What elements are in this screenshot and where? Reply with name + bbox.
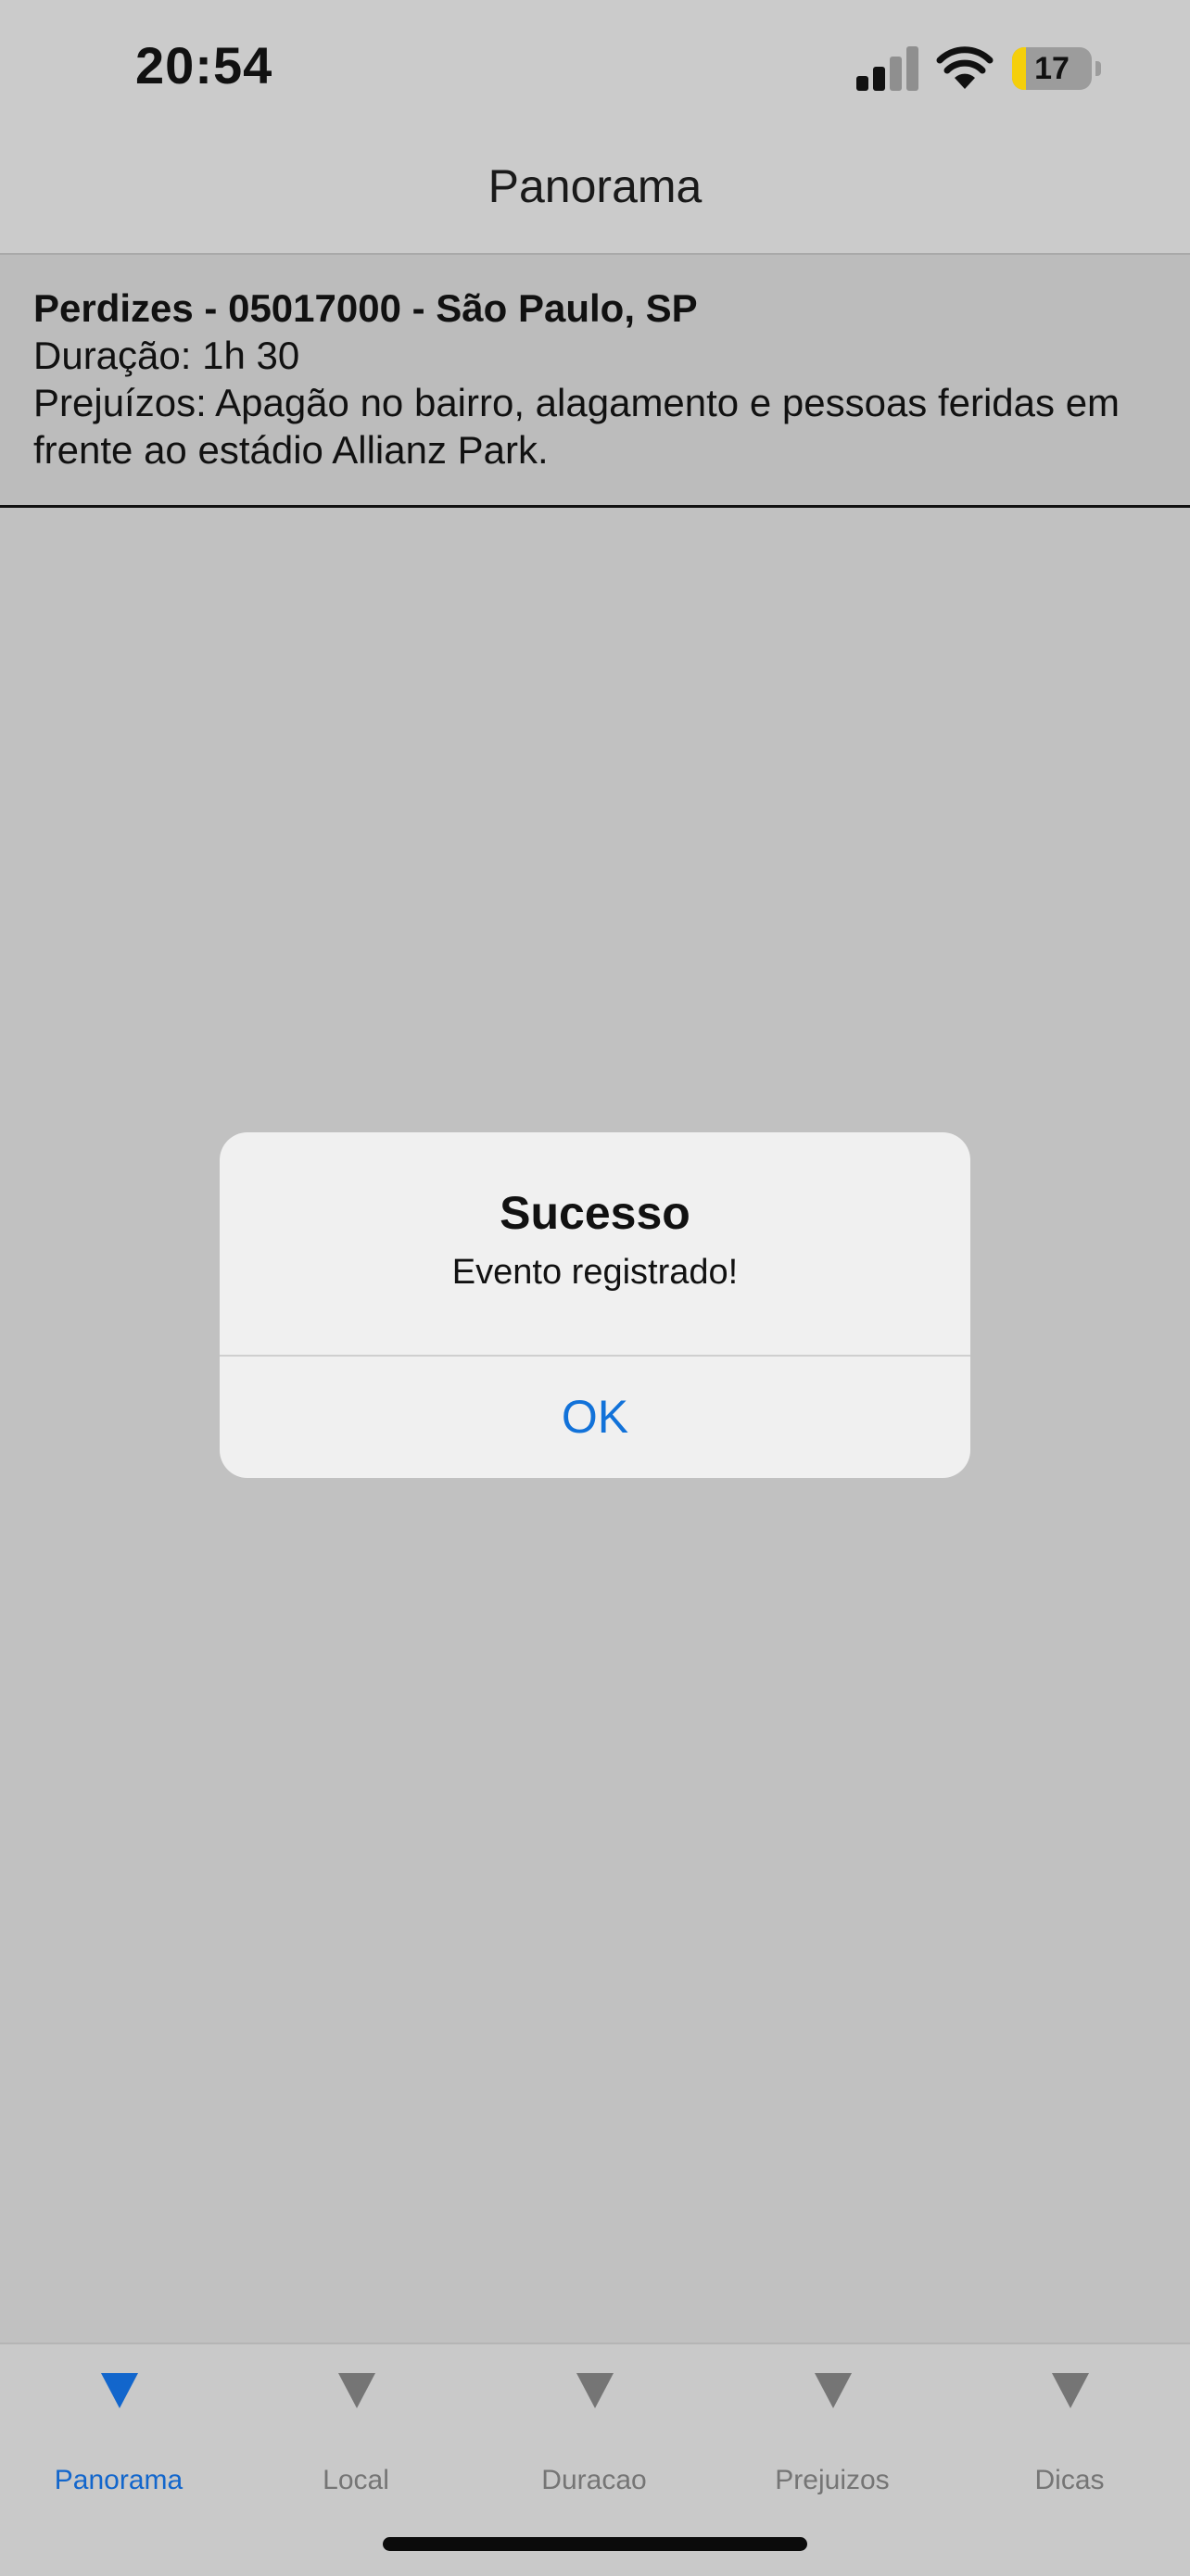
- event-title: Perdizes - 05017000 - São Paulo, SP: [33, 286, 698, 330]
- event-list-item[interactable]: Perdizes - 05017000 - São Paulo, SP Dura…: [0, 255, 1190, 508]
- tab-dicas[interactable]: Dicas: [951, 2372, 1188, 2511]
- event-damages-line-1: Prejuízos: Apagão no bairro, alagamento …: [33, 381, 1120, 424]
- battery-level: 17: [1034, 51, 1070, 86]
- wifi-icon: [936, 46, 994, 89]
- battery-body: 17: [1012, 47, 1092, 90]
- status-bar: 20:54 17: [0, 0, 1190, 139]
- alert-dialog: Sucesso Evento registrado! OK: [220, 1132, 970, 1478]
- tab-label: Local: [323, 2465, 389, 2495]
- battery-icon: 17: [1012, 47, 1103, 90]
- tab-label: Panorama: [54, 2465, 184, 2495]
- page-title: Panorama: [487, 160, 703, 212]
- triangle-down-icon: [338, 2373, 375, 2408]
- triangle-down-icon: [101, 2373, 138, 2408]
- triangle-down-icon: [576, 2373, 614, 2408]
- signal-icon: [856, 46, 918, 91]
- alert-title: Sucesso: [500, 1187, 690, 1239]
- ok-button[interactable]: OK: [220, 1357, 970, 1478]
- alert-message: Evento registrado!: [451, 1253, 739, 1292]
- tab-label: Duracao: [541, 2465, 647, 2495]
- tab-local[interactable]: Local: [237, 2372, 475, 2511]
- tab-duracao[interactable]: Duracao: [475, 2372, 713, 2511]
- battery-cap: [1095, 61, 1101, 76]
- status-time: 20:54: [135, 36, 273, 95]
- tab-prejuizos[interactable]: Prejuizos: [714, 2372, 951, 2511]
- event-duration: Duração: 1h 30: [33, 334, 300, 377]
- tab-label: Dicas: [1034, 2465, 1105, 2495]
- tab-label: Prejuizos: [775, 2465, 890, 2495]
- triangle-down-icon: [1052, 2373, 1089, 2408]
- nav-bar: Panorama: [0, 139, 1190, 255]
- event-damages-line-2: frente ao estádio Allianz Park.: [33, 428, 549, 472]
- home-indicator[interactable]: [383, 2537, 807, 2551]
- triangle-down-icon: [815, 2373, 852, 2408]
- tab-panorama[interactable]: Panorama: [0, 2372, 237, 2511]
